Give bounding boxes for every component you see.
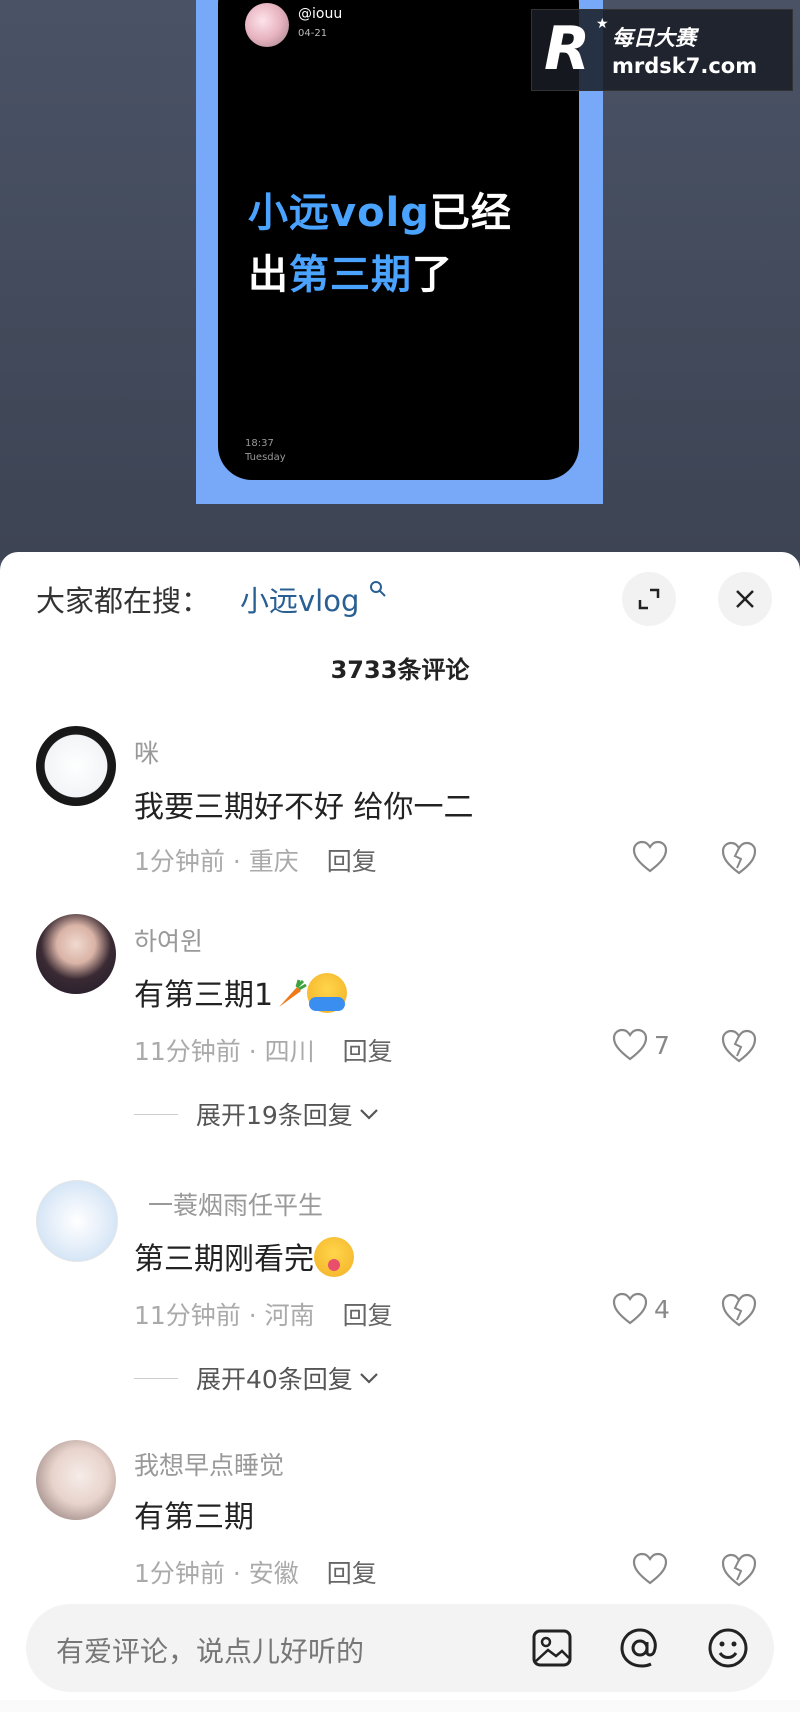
watermark-url: mrdsk7.com (612, 54, 758, 78)
meta-separator: · (224, 1559, 249, 1588)
reply-button[interactable]: 回复 (343, 1301, 393, 1330)
broken-heart-icon[interactable] (720, 840, 758, 876)
avatar[interactable] (36, 726, 116, 806)
comment-meta: 1分钟前 · 安徽 回复 (134, 1554, 377, 1590)
meta-separator: · (240, 1301, 265, 1330)
emoji-button[interactable] (702, 1622, 754, 1674)
expand-replies-label: 展开40条回复 (196, 1365, 353, 1394)
like-button[interactable]: 4 (612, 1292, 670, 1326)
like-button[interactable]: 7 (612, 1028, 670, 1062)
broken-heart-icon[interactable] (720, 1292, 758, 1328)
comment-location: 重庆 (248, 847, 299, 876)
expand-icon (638, 588, 660, 610)
headline-text: 已经 (429, 190, 512, 236)
video-author-handle: @iouu (298, 6, 343, 22)
comment-author[interactable]: 하여윈 (134, 922, 203, 958)
comment-time: 11分钟前 (134, 1037, 241, 1066)
bottom-strip (0, 1700, 800, 1712)
avatar[interactable] (36, 1180, 118, 1262)
chevron-down-icon (360, 1109, 378, 1120)
comment-author[interactable]: 一蓑烟雨任平生 (148, 1186, 323, 1222)
comment-sheet: 大家都在搜： 小远vlog 3733条评论 咪 我要三期好不好 给你一二 1分钟… (0, 552, 800, 1712)
comment-time: 1分钟前 (134, 847, 225, 876)
watermark-name: 每日大赛 (612, 26, 696, 50)
like-count: 7 (654, 1030, 670, 1060)
video-post-date: 04-21 (298, 28, 328, 39)
close-icon (736, 590, 754, 608)
headline-text: 了 (412, 252, 453, 298)
comment-author[interactable]: 我想早点睡觉 (134, 1446, 284, 1482)
divider (134, 1377, 178, 1379)
comment-text[interactable]: 有第三期 (134, 1492, 254, 1536)
shushing-face-emoji-icon (314, 1237, 354, 1277)
comment-meta: 11分钟前 · 四川 回复 (134, 1032, 393, 1068)
reply-button[interactable]: 回复 (343, 1037, 393, 1066)
reply-button[interactable]: 回复 (327, 1559, 377, 1588)
headline-highlight: 小远volg (248, 190, 430, 236)
watermark-star-icon: ★ (596, 16, 609, 32)
mention-button[interactable] (614, 1622, 666, 1674)
comment-input-placeholder[interactable]: 有爱评论，说点儿好听的 (56, 1630, 364, 1670)
heart-icon (632, 840, 668, 873)
comment-meta: 1分钟前 · 重庆 回复 (134, 842, 377, 878)
expand-replies-button[interactable]: 展开40条回复 (134, 1360, 381, 1396)
comment-time: 11分钟前 (134, 1301, 241, 1330)
expand-replies-button[interactable]: 展开19条回复 (134, 1096, 381, 1132)
at-icon (620, 1628, 657, 1668)
search-icon[interactable] (369, 580, 387, 598)
heart-icon (612, 1292, 648, 1325)
divider (134, 1113, 178, 1115)
watermark-logo: R ★ 每日大赛 mrdsk7.com (531, 9, 793, 91)
comment-text[interactable]: 我要三期好不好 给你一二 (134, 782, 474, 826)
video-headline-line2: 出第三期了 (248, 242, 453, 300)
comment-location: 四川 (264, 1037, 315, 1066)
video-day: Tuesday (245, 452, 286, 463)
broken-heart-icon[interactable] (720, 1028, 758, 1064)
video-headline-line1: 小远volg已经 (248, 180, 512, 238)
reply-button[interactable]: 回复 (327, 847, 377, 876)
comment-count-title: 3733条评论 (330, 656, 470, 684)
comment-text[interactable]: 有第三期1 (134, 970, 348, 1014)
image-icon (532, 1629, 572, 1667)
comment-author[interactable]: 咪 (134, 734, 159, 770)
heart-icon (612, 1028, 648, 1061)
like-button[interactable] (632, 1552, 674, 1586)
comment-input-bar[interactable]: 有爱评论，说点儿好听的 (26, 1604, 774, 1692)
comment-location: 安徽 (248, 1559, 299, 1588)
carrot-emoji-icon (279, 979, 307, 1007)
video-author-avatar (245, 3, 289, 47)
comment-meta: 11分钟前 · 河南 回复 (134, 1296, 393, 1332)
broken-heart-icon[interactable] (720, 1552, 758, 1588)
headline-text: 出 (248, 252, 289, 298)
close-button[interactable] (718, 572, 772, 626)
comment-location: 河南 (264, 1301, 315, 1330)
hugging-face-emoji-icon (307, 973, 348, 1013)
comment-text-content: 有第三期1 (134, 978, 274, 1013)
expand-replies-label: 展开19条回复 (196, 1101, 353, 1130)
image-button[interactable] (526, 1622, 578, 1674)
meta-separator: · (224, 847, 249, 876)
emoji-icon (708, 1628, 748, 1668)
meta-separator: · (240, 1037, 265, 1066)
comment-text-content: 第三期刚看完 (134, 1242, 314, 1277)
hot-search-term[interactable]: 小远vlog (240, 578, 359, 620)
avatar[interactable] (36, 914, 116, 994)
avatar[interactable] (36, 1440, 116, 1520)
phone-screen: @iouu 04-21 小远volg已经 出第三期了 18:37 Tuesday (218, 0, 579, 480)
chevron-down-icon (360, 1373, 378, 1384)
like-count: 4 (654, 1294, 670, 1324)
expand-button[interactable] (622, 572, 676, 626)
comment-text[interactable]: 第三期刚看完 (134, 1234, 354, 1278)
watermark-logo-letter: R (544, 14, 591, 84)
comment-time: 1分钟前 (134, 1559, 225, 1588)
headline-highlight: 第三期 (289, 252, 412, 298)
like-button[interactable] (632, 840, 674, 874)
hot-search-label: 大家都在搜： (36, 584, 211, 618)
heart-icon (632, 1552, 668, 1585)
video-time: 18:37 (245, 438, 274, 449)
